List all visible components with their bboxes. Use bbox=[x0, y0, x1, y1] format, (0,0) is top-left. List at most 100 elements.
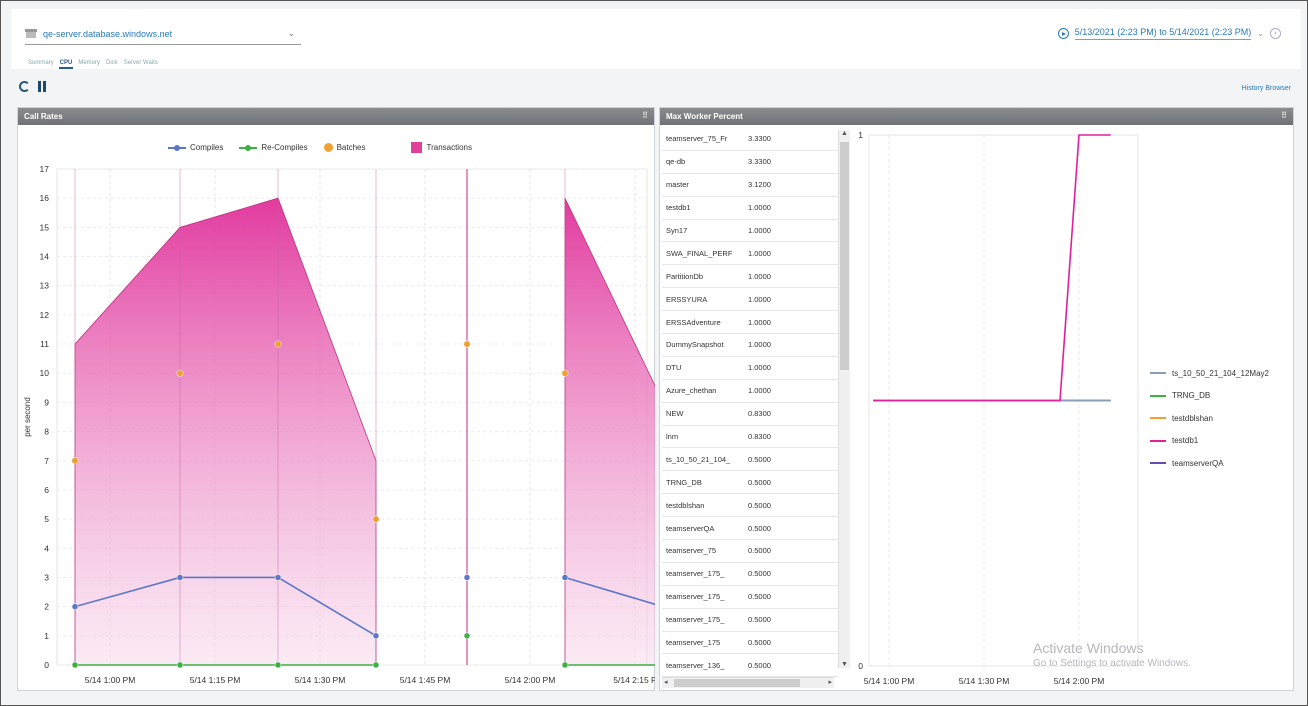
database-value: 1.0000 bbox=[748, 226, 771, 235]
database-name: PartitionDb bbox=[666, 271, 704, 281]
database-name: teamserver_175_ bbox=[666, 569, 725, 579]
table-row[interactable]: Syn17 1.0000 bbox=[662, 220, 838, 243]
tab-cpu[interactable]: CPU bbox=[58, 60, 74, 69]
database-value: 1.0000 bbox=[748, 294, 771, 304]
table-row[interactable]: ts_10_50_21_104_ 0.5000 bbox=[662, 448, 838, 472]
tab-memory[interactable]: Memory bbox=[77, 60, 101, 69]
x-tick-label: 5/14 2:00 PM bbox=[505, 675, 556, 685]
table-row[interactable]: testdb1 1.0000 bbox=[662, 197, 838, 220]
chevron-down-icon[interactable]: ⌄ bbox=[1257, 29, 1264, 38]
database-name: TRNG_DB bbox=[666, 477, 702, 487]
grip-icon[interactable]: ⠿ bbox=[1281, 111, 1287, 120]
y-tick-label: 13 bbox=[40, 281, 50, 291]
table-vertical-scrollbar[interactable]: ▲ ▼ bbox=[838, 130, 850, 668]
database-name: DTU bbox=[666, 363, 682, 373]
server-dropdown[interactable]: qe-server.database.windows.net ⌄ bbox=[25, 23, 301, 45]
pause-icon[interactable] bbox=[38, 81, 46, 92]
legend-item[interactable]: teamserverQA bbox=[1150, 452, 1269, 475]
tab-disk[interactable]: Disk bbox=[105, 60, 119, 69]
table-row[interactable]: teamserver_136_ 0.5000 bbox=[662, 654, 838, 678]
refresh-icon[interactable] bbox=[19, 81, 30, 92]
table-row[interactable]: ERSSYURA 1.0000 bbox=[662, 288, 838, 312]
database-name: teamserver_175_ bbox=[666, 592, 725, 602]
database-name: SWA_FINAL_PERF bbox=[666, 248, 733, 258]
database-value: 3.1200 bbox=[748, 180, 771, 190]
table-horizontal-scrollbar[interactable]: ◂ ▸ bbox=[662, 677, 834, 688]
line-swatch-icon bbox=[1150, 372, 1166, 375]
worker-chart-legend: ts_10_50_21_104_12May2 TRNG_DB testdblshan… bbox=[1150, 362, 1269, 475]
line-swatch-icon bbox=[1150, 439, 1166, 442]
database-value: 3.3300 bbox=[748, 134, 771, 144]
scroll-up-icon[interactable]: ▲ bbox=[841, 130, 848, 137]
table-row[interactable]: Azure_chethan 1.0000 bbox=[662, 380, 838, 403]
table-row[interactable]: teamserver_75_Fr 3.3300 bbox=[662, 128, 838, 151]
legend-label: testdb1 bbox=[1172, 436, 1199, 446]
compiles-point bbox=[463, 574, 471, 581]
database-name: ERSSAdventure bbox=[666, 317, 721, 327]
time-range-selector[interactable]: 5/13/2021 (2:23 PM) to 5/14/2021 (2:23 P… bbox=[1057, 27, 1281, 40]
batches-point bbox=[71, 457, 79, 465]
forward-icon[interactable]: › bbox=[1270, 28, 1281, 39]
database-name: master bbox=[666, 180, 689, 190]
tab-server-waits[interactable]: Server Waits bbox=[123, 60, 159, 69]
table-row[interactable]: qe-db 3.3300 bbox=[662, 151, 838, 174]
table-row[interactable]: NEW 0.8300 bbox=[662, 403, 838, 426]
database-value: 0.5000 bbox=[748, 477, 771, 487]
legend-item[interactable]: TRNG_DB bbox=[1150, 385, 1269, 408]
legend-item[interactable]: testdblshan bbox=[1150, 407, 1269, 430]
compiles-point bbox=[176, 574, 184, 581]
scroll-left-icon[interactable]: ◂ bbox=[664, 678, 668, 686]
table-row[interactable]: PartitionDb 1.0000 bbox=[662, 265, 838, 289]
table-row[interactable]: testdblshan 0.5000 bbox=[662, 494, 838, 518]
database-name: teamserver_175 bbox=[666, 638, 721, 648]
database-value: 1.0000 bbox=[748, 248, 771, 258]
table-row[interactable]: lnm 0.8300 bbox=[662, 426, 838, 449]
re-compiles-point bbox=[372, 661, 380, 669]
chevron-down-icon[interactable]: ⌄ bbox=[287, 28, 301, 39]
scroll-down-icon[interactable]: ▼ bbox=[841, 661, 848, 668]
table-row[interactable]: teamserver_175 0.5000 bbox=[662, 632, 838, 655]
table-row[interactable]: teamserver_175_ 0.5000 bbox=[662, 609, 838, 632]
table-row[interactable]: ERSSAdventure 1.0000 bbox=[662, 311, 838, 335]
panel-title: Max Worker Percent bbox=[666, 112, 743, 121]
scroll-right-icon[interactable]: ▸ bbox=[828, 678, 832, 686]
history-browser-link[interactable]: History Browser bbox=[1242, 85, 1291, 92]
table-row[interactable]: master 3.1200 bbox=[662, 174, 838, 197]
table-row[interactable]: DummySnapshot 1.0000 bbox=[662, 334, 838, 357]
re-compiles-point bbox=[274, 661, 282, 669]
table-row[interactable]: DTU 1.0000 bbox=[662, 357, 838, 380]
line-swatch-icon bbox=[1150, 462, 1166, 465]
tab-summary[interactable]: Summary bbox=[27, 60, 55, 69]
table-row[interactable]: teamserverQA 0.5000 bbox=[662, 517, 838, 541]
database-name: qe-db bbox=[666, 157, 686, 167]
database-name: testdb1 bbox=[666, 203, 691, 213]
database-value: 0.5000 bbox=[748, 454, 771, 464]
database-name: teamserver_75_Fr bbox=[666, 134, 728, 144]
re-compiles-point bbox=[176, 661, 184, 669]
y-tick-label: 3 bbox=[44, 572, 49, 582]
scroll-thumb[interactable] bbox=[674, 679, 800, 687]
x-tick-label: 5/14 2:15 P bbox=[613, 675, 655, 685]
database-name: testdblshan bbox=[666, 500, 705, 510]
legend-item[interactable]: testdb1 bbox=[1150, 430, 1269, 453]
play-icon[interactable] bbox=[1057, 28, 1069, 39]
y-tick-label: 0 bbox=[858, 661, 863, 671]
y-tick-label: 7 bbox=[44, 456, 49, 466]
database-name: teamserver_136_ bbox=[666, 660, 725, 670]
x-tick-label: 5/14 2:00 PM bbox=[1054, 676, 1105, 686]
database-value: 1.0000 bbox=[748, 203, 771, 213]
table-row[interactable]: teamserver_175_ 0.5000 bbox=[662, 563, 838, 586]
batches-point bbox=[463, 340, 471, 348]
table-row[interactable]: TRNG_DB 0.5000 bbox=[662, 471, 838, 495]
table-row[interactable]: teamserver_175_ 0.5000 bbox=[662, 586, 838, 609]
database-name: ts_10_50_21_104_ bbox=[666, 454, 731, 464]
legend-item[interactable]: ts_10_50_21_104_12May2 bbox=[1150, 362, 1269, 385]
y-axis-label: per second bbox=[23, 397, 32, 437]
database-name: Azure_chethan bbox=[666, 386, 717, 396]
y-tick-label: 1 bbox=[44, 631, 49, 641]
table-row[interactable]: SWA_FINAL_PERF 1.0000 bbox=[662, 242, 838, 266]
compiles-point bbox=[71, 603, 79, 610]
scroll-thumb[interactable] bbox=[840, 142, 849, 370]
y-tick-label: 9 bbox=[44, 397, 49, 407]
table-row[interactable]: teamserver_75 0.5000 bbox=[662, 540, 838, 563]
